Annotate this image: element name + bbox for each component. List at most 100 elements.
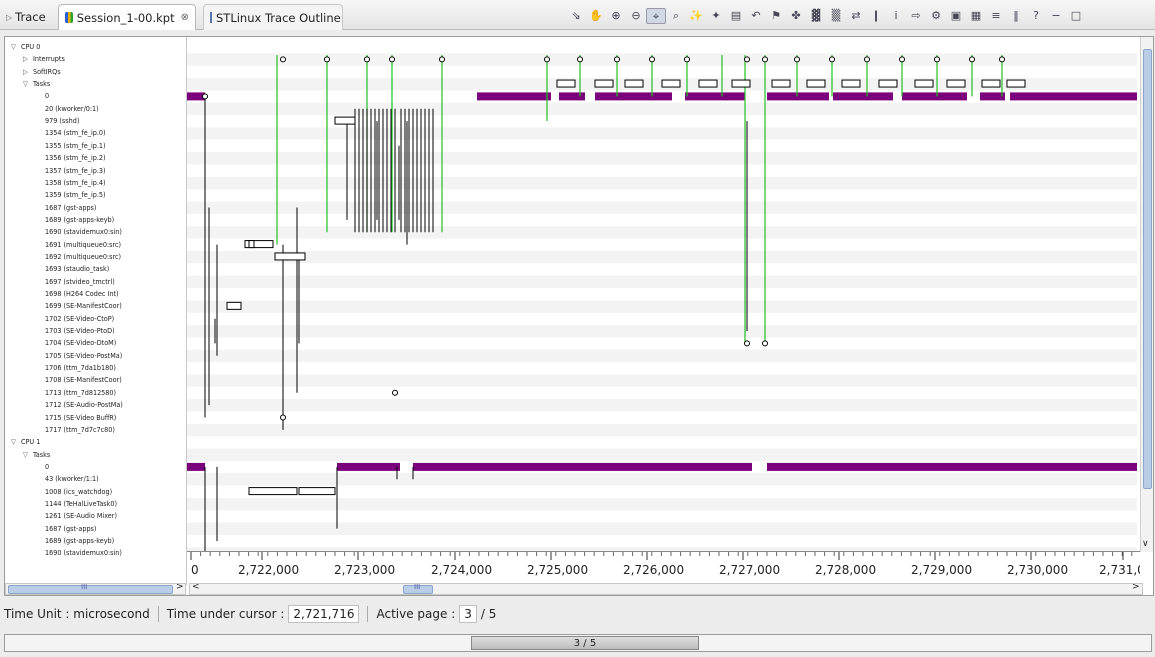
timeline-chart[interactable] (187, 37, 1137, 585)
event-marker (899, 56, 905, 63)
tree-task-row[interactable]: 1708 (SE-ManifestCoor) (5, 374, 186, 386)
expand-down-icon[interactable]: ▽ (11, 41, 21, 53)
tree-group-row[interactable]: ▽ CPU 1 (5, 436, 186, 448)
tree-task-row[interactable]: 0 (5, 90, 186, 102)
tree-task-row[interactable]: 1713 (ttm_7d812580) (5, 387, 186, 399)
tree-task-row[interactable]: 1717 (ttm_7d7c7c80) (5, 424, 186, 436)
tree-scroll-thumb[interactable]: III (8, 583, 173, 594)
tree-task-row[interactable]: 1358 (stm_fe_ip.4) (5, 177, 186, 189)
tree-task-row[interactable]: 1699 (SE-ManifestCoor) (5, 300, 186, 312)
tree-task-row[interactable]: 1692 (multiqueue0:src) (5, 251, 186, 263)
layout-icon[interactable]: ▦ (966, 8, 986, 24)
chevron-right-icon[interactable]: > (176, 582, 184, 592)
tree-task-row[interactable]: 1704 (SE-Video-DtoM) (5, 337, 186, 349)
zoom-in-icon[interactable]: ⊕ (606, 8, 626, 24)
tree-task-row[interactable]: 979 (sshd) (5, 115, 186, 127)
expand-down-icon[interactable]: ▽ (23, 78, 33, 90)
tree-group-row[interactable]: ▷ SoftIRQs (5, 66, 186, 78)
maximize-icon[interactable]: □ (1066, 8, 1086, 24)
tree-task-row[interactable]: 1706 (ttm_7da1b180) (5, 362, 186, 374)
select-tool-icon[interactable]: ⇘ (566, 8, 586, 24)
expand-right-icon[interactable]: ▷ (23, 53, 33, 65)
tab-trace[interactable]: ▷ Trace (0, 4, 52, 30)
chevron-right-icon[interactable]: > (1132, 582, 1140, 592)
tree-task-row[interactable]: 1703 (SE-Video-PtoD) (5, 325, 186, 337)
tree-task-row[interactable]: 1359 (stm_fe_ip.5) (5, 189, 186, 201)
marker-icon[interactable]: ⚑ (766, 8, 786, 24)
tree-task-row[interactable]: 1689 (gst-apps-keyb) (5, 535, 186, 547)
info-icon[interactable]: i (886, 8, 906, 24)
wand-icon[interactable]: ✨ (686, 8, 706, 24)
tree-task-row[interactable]: 1698 (H264 Codec Int) (5, 288, 186, 300)
tree-task-row[interactable]: 1261 (SE-Audio Mixer) (5, 510, 186, 522)
hand-tool-icon[interactable]: ✋ (586, 8, 606, 24)
expand-right-icon[interactable]: ▷ (23, 66, 33, 78)
tree-task-row[interactable]: 1690 (stavidemux0:sin) (5, 226, 186, 238)
timeline-svg[interactable] (187, 37, 1137, 566)
page-slider[interactable]: 3 / 5 (4, 634, 1152, 652)
bar-icon[interactable]: ❙ (866, 8, 886, 24)
tree-task-row[interactable]: 1144 (TeHalLiveTask0) (5, 498, 186, 510)
chart-scroll-thumb[interactable]: III (403, 583, 433, 594)
help-icon[interactable]: ? (1026, 8, 1046, 24)
sync-icon[interactable]: ⇄ (846, 8, 866, 24)
tree-task-row[interactable]: 1357 (stm_fe_ip.3) (5, 165, 186, 177)
close-icon[interactable]: ⊗ (181, 12, 189, 23)
expand-down-icon[interactable]: ▽ (23, 449, 33, 461)
tree-group-row[interactable]: ▽ Tasks (5, 449, 186, 461)
settings-icon[interactable]: ⚙ (926, 8, 946, 24)
tree-task-row[interactable]: 0 (5, 461, 186, 473)
zoom-fit-icon[interactable]: ⌕ (666, 8, 686, 24)
zoom-area-icon[interactable]: ⌖ (646, 8, 666, 24)
minimize-icon[interactable]: − (1046, 8, 1066, 24)
pause-icon[interactable]: ‖ (1006, 8, 1026, 24)
tree-task-row[interactable]: 1689 (gst-apps-keyb) (5, 214, 186, 226)
tree-row-label: 1261 (SE-Audio Mixer) (45, 511, 117, 521)
tree-task-row[interactable]: 1715 (SE-Video BuffR) (5, 412, 186, 424)
tree-group-row[interactable]: ▷ Interrupts (5, 53, 186, 65)
event-box (274, 252, 306, 261)
filter-icon[interactable]: ✦ (706, 8, 726, 24)
tree-task-row[interactable]: 20 (kworker/0:1) (5, 103, 186, 115)
expand-down-icon[interactable]: ▽ (11, 436, 21, 448)
running-bar (595, 92, 672, 101)
chevron-down-icon[interactable]: ∨ (1142, 539, 1149, 549)
chart-horizontal-scrollbar[interactable]: < III > (189, 582, 1143, 595)
grid-icon[interactable]: ▤ (726, 8, 746, 24)
tree-task-row[interactable]: 1705 (SE-Video-PostMa) (5, 350, 186, 362)
tree-task-row[interactable]: 1687 (gst-apps) (5, 523, 186, 535)
tree-task-row[interactable]: 1008 (ics_watchdog) (5, 486, 186, 498)
undo-icon[interactable]: ↶ (746, 8, 766, 24)
active-page-field[interactable]: 3 (459, 605, 477, 623)
tree-task-row[interactable]: 43 (kworker/1:1) (5, 473, 186, 485)
tree-task-row[interactable]: 1693 (staudio_task) (5, 263, 186, 275)
tree-task-row[interactable]: 1354 (stm_fe_ip.0) (5, 127, 186, 139)
vertical-scroll-thumb[interactable] (1143, 49, 1152, 489)
tree-task-row[interactable]: 1356 (stm_fe_ip.2) (5, 152, 186, 164)
tree-task-row[interactable]: 1697 (stvideo_tmctrl) (5, 276, 186, 288)
tree-task-row[interactable]: 1702 (SE-Video-CtoP) (5, 313, 186, 325)
chevron-left-icon[interactable]: < (192, 582, 200, 592)
tab-session[interactable]: Session_1-00.kpt ⊗ (58, 4, 196, 30)
chart-icon[interactable]: ✤ (786, 8, 806, 24)
histogram-green-icon[interactable]: ▒ (826, 8, 846, 24)
tree-group-row[interactable]: ▽ Tasks (5, 78, 186, 90)
vertical-scrollbar[interactable]: ∨ (1140, 37, 1153, 552)
tree-task-row[interactable]: 1712 (SE-Audio-PostMa) (5, 399, 186, 411)
zoom-out-icon[interactable]: ⊖ (626, 8, 646, 24)
tab-outline[interactable]: STLinux Trace Outline (203, 4, 343, 30)
tree-icon[interactable]: ≡ (986, 8, 1006, 24)
tree-group-row[interactable]: ▽ CPU 0 (5, 41, 186, 53)
tree-row-label: Tasks (33, 79, 51, 89)
tree-horizontal-scrollbar[interactable]: III > (5, 582, 186, 595)
tree-task-row[interactable]: 1687 (gst-apps) (5, 202, 186, 214)
page-slider-thumb[interactable]: 3 / 5 (471, 636, 699, 650)
tree-task-row[interactable]: 1691 (multiqueue0:src) (5, 239, 186, 251)
histogram-icon[interactable]: ▓ (806, 8, 826, 24)
tree-task-row[interactable]: 1355 (stm_fe_ip.1) (5, 140, 186, 152)
tree-task-row[interactable]: 1690 (stavidemux0:sin) (5, 547, 186, 559)
event-box (914, 79, 934, 88)
tree-row-label: 20 (kworker/0:1) (45, 103, 99, 113)
export-icon[interactable]: ⇨ (906, 8, 926, 24)
panel-icon[interactable]: ▣ (946, 8, 966, 24)
